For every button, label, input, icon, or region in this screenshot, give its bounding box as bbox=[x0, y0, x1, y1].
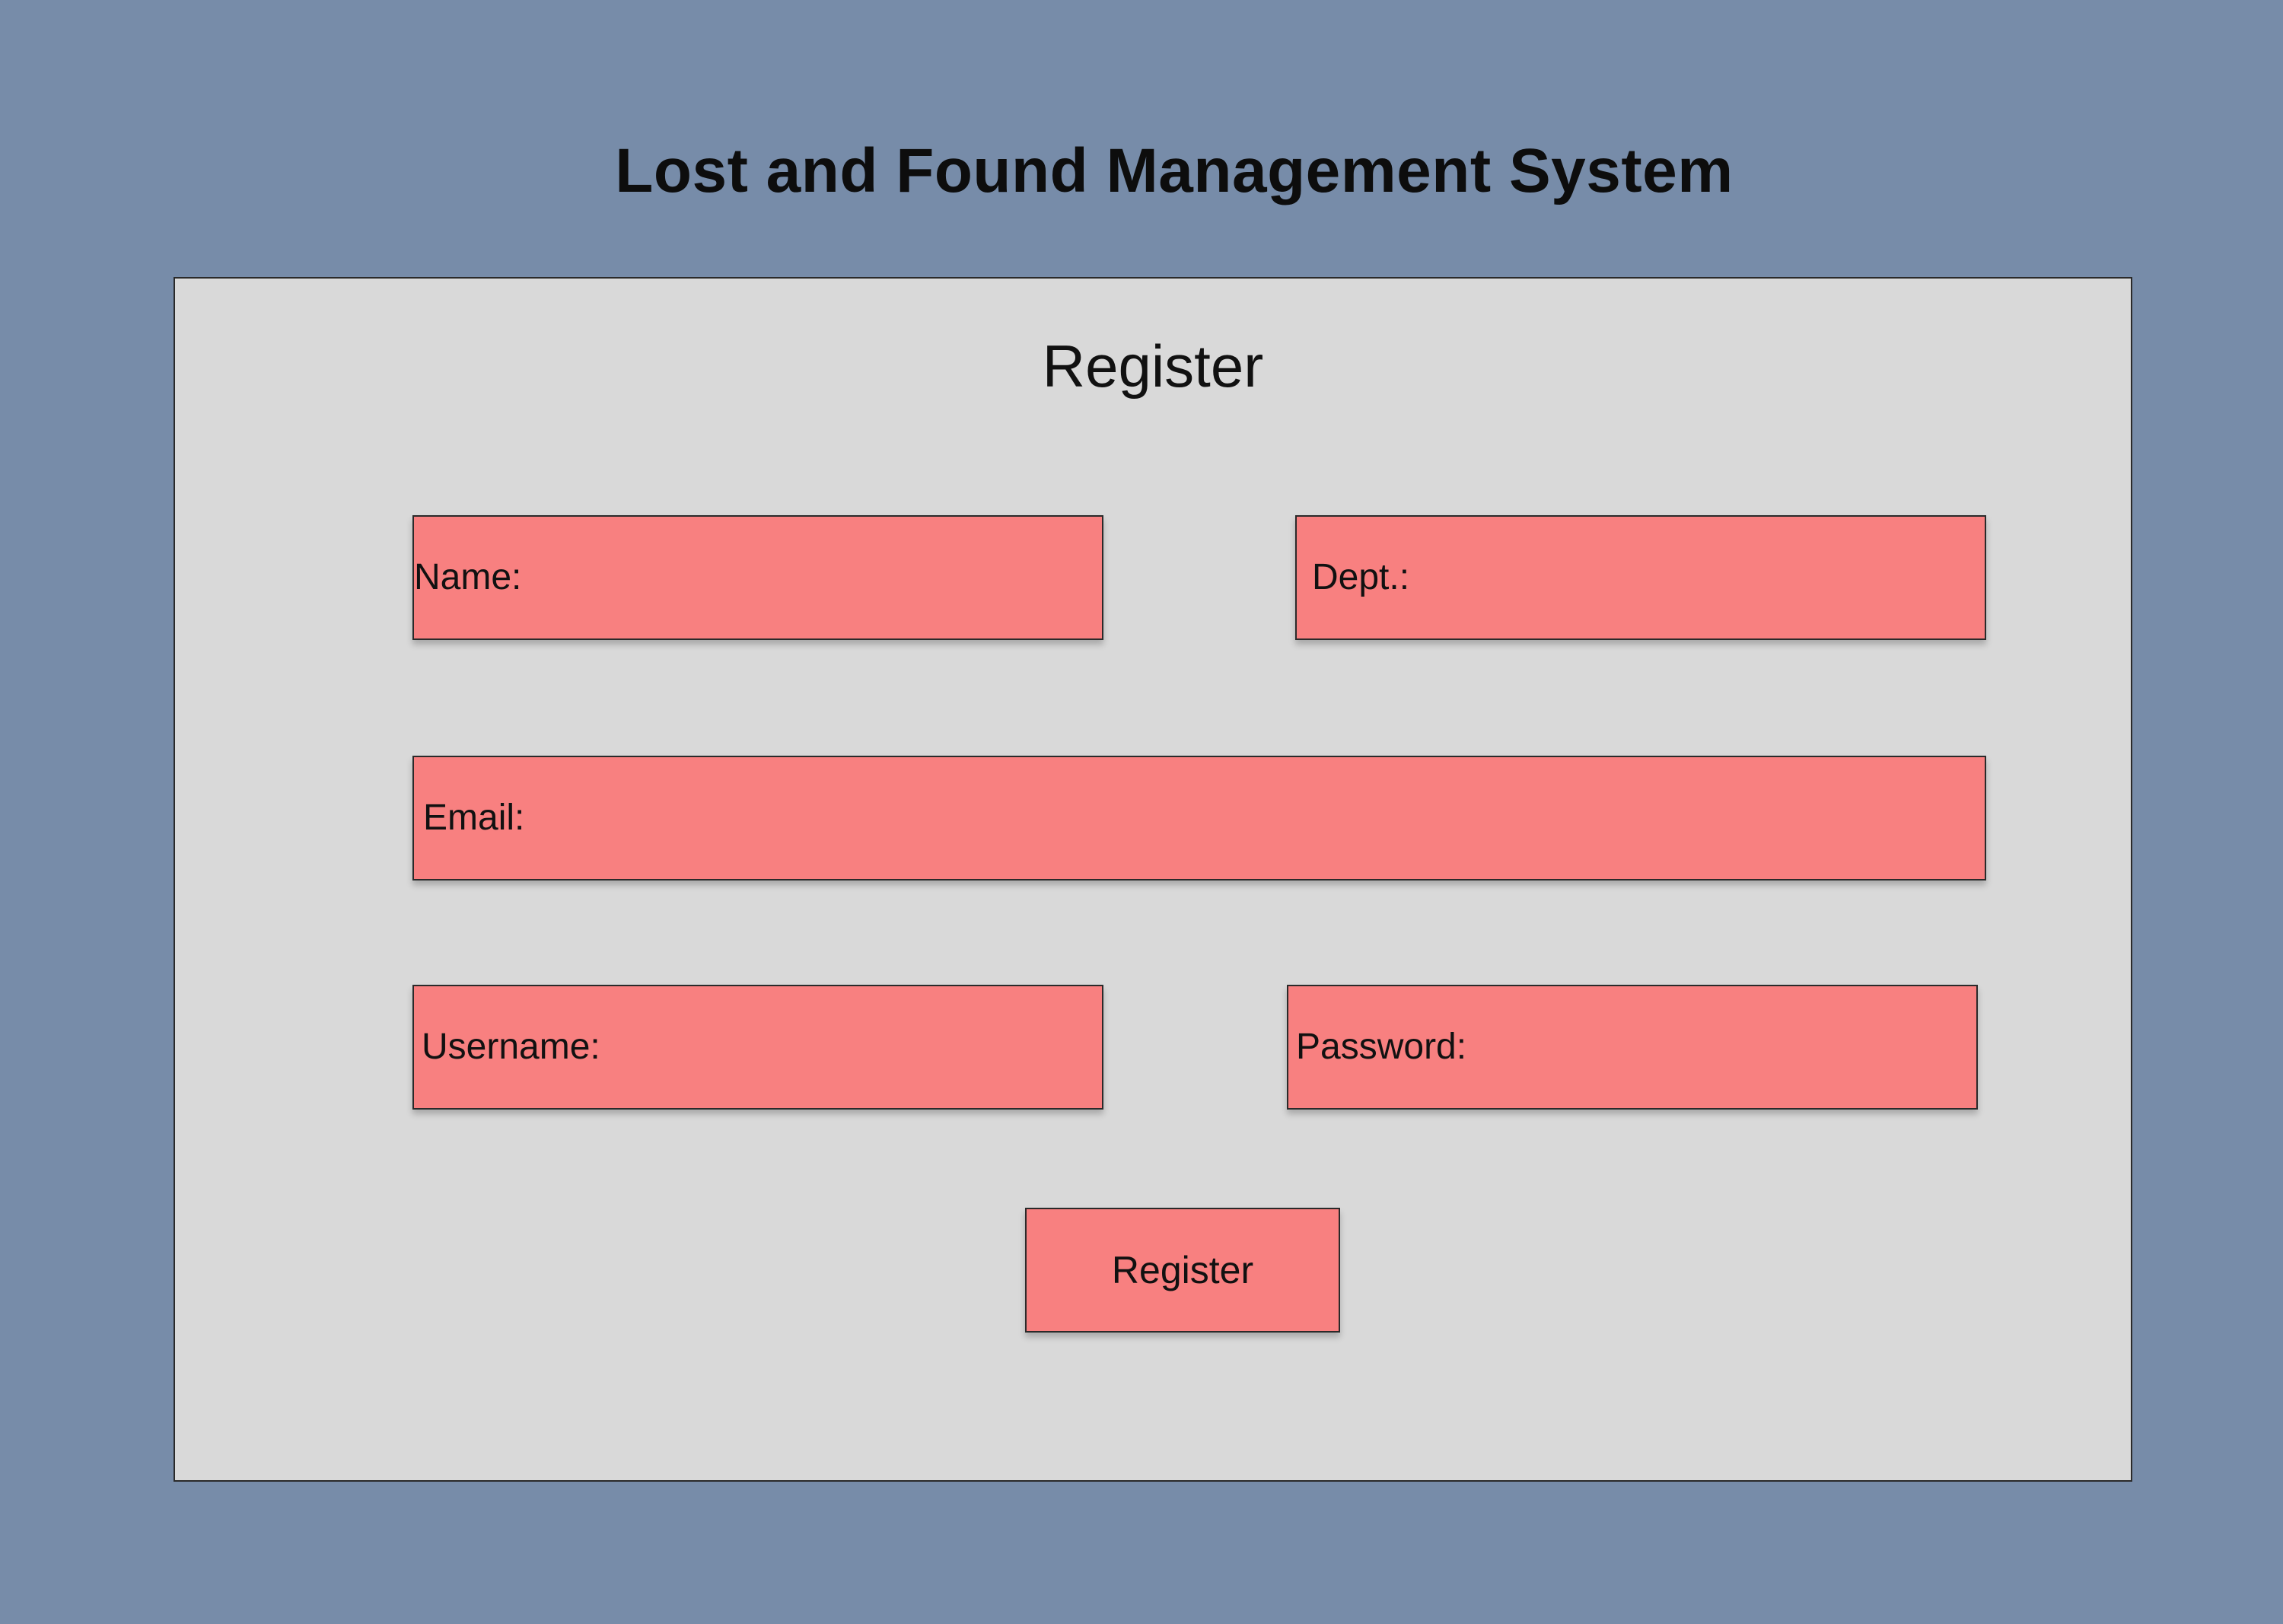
app-title: Lost and Found Management System bbox=[615, 136, 1734, 205]
username-label: Username: bbox=[422, 1027, 600, 1067]
dept-field[interactable]: Dept.: bbox=[1295, 515, 1986, 640]
password-field[interactable]: Password: bbox=[1287, 985, 1978, 1110]
password-label: Password: bbox=[1296, 1027, 1467, 1067]
register-panel: Register Name: Dept.: Email: Username: P… bbox=[174, 277, 2132, 1482]
username-input[interactable] bbox=[600, 986, 1102, 1108]
username-field[interactable]: Username: bbox=[412, 985, 1103, 1110]
email-field[interactable]: Email: bbox=[412, 756, 1986, 880]
password-input[interactable] bbox=[1466, 986, 1976, 1108]
dept-input[interactable] bbox=[1409, 517, 1985, 638]
email-input[interactable] bbox=[524, 757, 1985, 879]
name-field[interactable]: Name: bbox=[412, 515, 1103, 640]
dept-label: Dept.: bbox=[1312, 557, 1410, 597]
register-button[interactable]: Register bbox=[1025, 1208, 1340, 1333]
panel-title: Register bbox=[1042, 333, 1264, 400]
name-input[interactable] bbox=[521, 517, 1102, 638]
email-label: Email: bbox=[423, 798, 525, 838]
name-label: Name: bbox=[414, 557, 522, 597]
